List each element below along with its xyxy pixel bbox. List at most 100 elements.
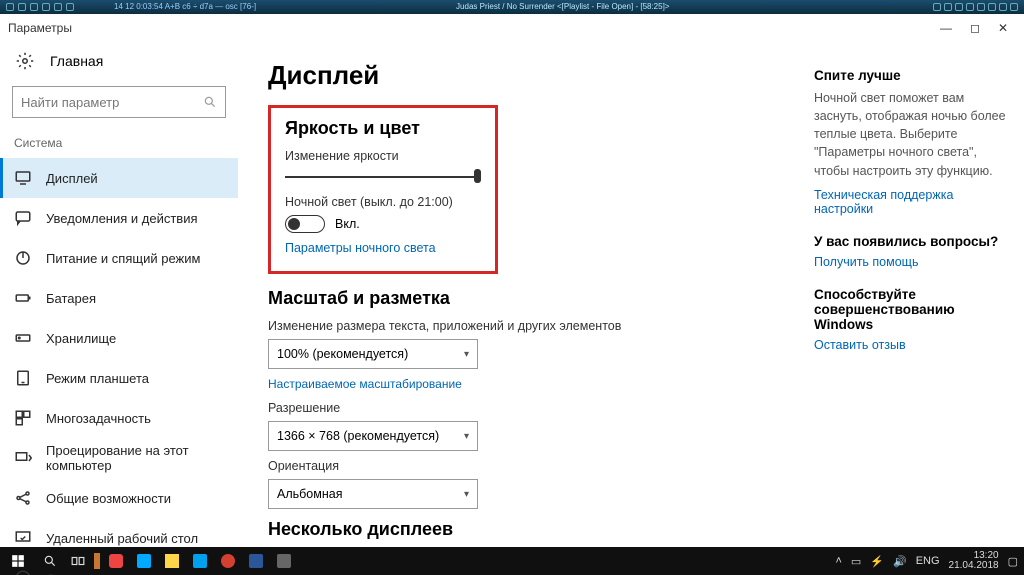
toggle-state-label: Вкл. (335, 217, 360, 231)
home-button[interactable]: Главная (0, 42, 238, 80)
share-icon (14, 489, 32, 507)
sidebar-item-label: Общие возможности (46, 491, 171, 506)
sidebar-item-label: Питание и спящий режим (46, 251, 200, 266)
taskbar-search[interactable] (36, 547, 64, 575)
sidebar-item-label: Дисплей (46, 171, 98, 186)
sidebar-item-label: Режим планшета (46, 371, 149, 386)
chat-icon (14, 209, 32, 227)
sidebar-item-tablet[interactable]: Режим планшета (0, 358, 238, 398)
tablet-icon (14, 369, 32, 387)
taskbar: ˄ ▭ ⚡ 🔊 ENG 13:20 21.04.2018 ▢ (0, 547, 1024, 575)
multitask-icon (14, 409, 32, 427)
start-button[interactable] (0, 547, 36, 575)
tray-wifi-icon[interactable]: ⚡ (870, 555, 884, 568)
window-title-bar: Параметры — ◻ ✕ (0, 14, 1024, 42)
scale-section-title: Масштаб и разметка (268, 288, 784, 309)
tray-date: 21.04.2018 (949, 561, 999, 572)
sleep-better-heading: Спите лучше (814, 68, 1008, 83)
winamp-track-title: Judas Priest / No Surrender <[Playlist -… (456, 0, 669, 14)
sidebar-item-label: Проецирование на этот компьютер (46, 443, 224, 473)
nightlight-toggle[interactable]: Вкл. (285, 215, 481, 233)
taskbar-app-7[interactable] (242, 547, 270, 575)
settings-sidebar: Главная Найти параметр Система Дисплей У… (0, 42, 238, 547)
power-icon (14, 249, 32, 267)
winamp-controls-left (6, 3, 74, 11)
taskbar-app-5[interactable] (186, 547, 214, 575)
get-help-link[interactable]: Получить помощь (814, 255, 1008, 269)
brightness-section-title: Яркость и цвет (285, 118, 481, 139)
winamp-bar: 14 12 0:03:54 A+B c6 ÷ d7a — osc [76-] J… (0, 0, 1024, 14)
scale-combo[interactable]: 100% (рекомендуется) ▾ (268, 339, 478, 369)
chevron-down-icon: ▾ (464, 349, 469, 360)
resolution-value: 1366 × 768 (рекомендуется) (277, 429, 439, 443)
orientation-combo[interactable]: Альбомная ▾ (268, 479, 478, 509)
search-input[interactable]: Найти параметр (12, 86, 226, 118)
brightness-slider[interactable] (285, 169, 481, 183)
taskbar-taskview[interactable] (64, 547, 92, 575)
sidebar-item-multitask[interactable]: Многозадачность (0, 398, 238, 438)
remote-icon (14, 529, 32, 547)
tips-panel: Спите лучше Ночной свет поможет вам засн… (814, 42, 1024, 547)
questions-heading: У вас появились вопросы? (814, 234, 1008, 249)
project-icon (14, 449, 32, 467)
sidebar-item-label: Хранилище (46, 331, 116, 346)
resolution-combo[interactable]: 1366 × 768 (рекомендуется) ▾ (268, 421, 478, 451)
tray-battery-icon[interactable]: ▭ (851, 555, 861, 568)
scale-value: 100% (рекомендуется) (277, 347, 408, 361)
sleep-better-body: Ночной свет поможет вам заснуть, отображ… (814, 89, 1008, 180)
monitor-icon (14, 169, 32, 187)
taskbar-app-1[interactable] (94, 553, 100, 569)
search-icon (203, 95, 217, 109)
brightness-label: Изменение яркости (285, 149, 481, 163)
sidebar-item-projecting[interactable]: Проецирование на этот компьютер (0, 438, 238, 478)
taskbar-app-2[interactable] (102, 547, 130, 575)
custom-scale-link[interactable]: Настраиваемое масштабирование (268, 377, 784, 391)
nightlight-settings-link[interactable]: Параметры ночного света (285, 241, 481, 255)
windows-icon (11, 554, 25, 568)
taskbar-app-4[interactable] (158, 547, 186, 575)
sidebar-item-label: Многозадачность (46, 411, 151, 426)
window-title: Параметры (8, 21, 72, 35)
sidebar-item-shared[interactable]: Общие возможности (0, 478, 238, 518)
storage-icon (14, 329, 32, 347)
sidebar-item-notifications[interactable]: Уведомления и действия (0, 198, 238, 238)
taskbar-app-6[interactable] (214, 547, 242, 575)
tray-volume-icon[interactable]: 🔊 (893, 555, 907, 568)
sidebar-item-power[interactable]: Питание и спящий режим (0, 238, 238, 278)
battery-icon (14, 289, 32, 307)
feedback-heading: Способствуйте совершенствованию Windows (814, 287, 1008, 332)
chevron-down-icon: ▾ (464, 431, 469, 442)
sidebar-item-label: Батарея (46, 291, 96, 306)
gear-icon (16, 52, 34, 70)
multi-display-section-title: Несколько дисплеев (268, 519, 784, 540)
feedback-link[interactable]: Оставить отзыв (814, 338, 1008, 352)
taskbar-app-3[interactable] (130, 547, 158, 575)
tray-chevron-icon[interactable]: ˄ (835, 555, 841, 567)
maximize-button[interactable]: ◻ (970, 21, 980, 35)
support-link[interactable]: Техническая поддержка настройки (814, 188, 1008, 216)
tray-lang[interactable]: ENG (916, 555, 940, 567)
sidebar-item-display[interactable]: Дисплей (0, 158, 238, 198)
minimize-button[interactable]: — (940, 21, 952, 35)
tray-action-center-icon[interactable]: ▢ (1008, 555, 1018, 568)
sidebar-item-label: Уведомления и действия (46, 211, 198, 226)
nightlight-label: Ночной свет (выкл. до 21:00) (285, 195, 481, 209)
search-placeholder: Найти параметр (21, 95, 119, 110)
sidebar-item-battery[interactable]: Батарея (0, 278, 238, 318)
sidebar-item-storage[interactable]: Хранилище (0, 318, 238, 358)
winamp-controls-right (933, 3, 1018, 11)
page-title: Дисплей (268, 60, 784, 91)
main-panel: Дисплей Яркость и цвет Изменение яркости… (238, 42, 814, 547)
sidebar-section-label: Система (0, 132, 238, 158)
scale-label: Изменение размера текста, приложений и д… (268, 319, 784, 333)
slider-thumb[interactable] (474, 169, 481, 183)
tray-clock[interactable]: 13:20 21.04.2018 (949, 551, 999, 572)
home-label: Главная (50, 53, 103, 69)
resolution-label: Разрешение (268, 401, 784, 415)
close-button[interactable]: ✕ (998, 21, 1008, 35)
chevron-down-icon: ▾ (464, 489, 469, 500)
taskbar-app-8[interactable] (270, 547, 298, 575)
sidebar-item-label: Удаленный рабочий стол (46, 531, 198, 546)
orientation-label: Ориентация (268, 459, 784, 473)
highlight-box: Яркость и цвет Изменение яркости Ночной … (268, 105, 498, 274)
